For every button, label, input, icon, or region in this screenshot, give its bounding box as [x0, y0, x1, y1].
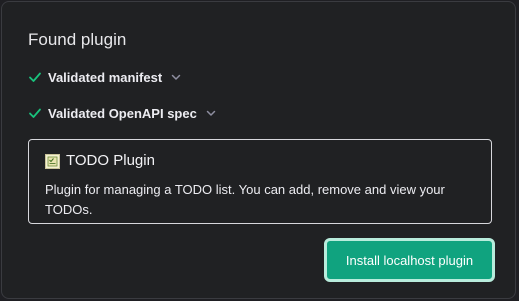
install-button-label: Install localhost plugin [345, 253, 474, 268]
plugin-header: TODO Plugin [45, 152, 155, 170]
chevron-down-icon[interactable] [170, 71, 182, 83]
todo-logo-icon [45, 153, 60, 169]
install-localhost-plugin-button[interactable]: Install localhost plugin [324, 238, 495, 282]
plugin-name: TODO Plugin [66, 152, 155, 169]
plugin-description: Plugin for managing a TODO list. You can… [45, 182, 445, 217]
chevron-down-icon[interactable] [205, 107, 217, 119]
check-icon [28, 70, 42, 84]
validated-manifest-label: Validated manifest [48, 69, 163, 85]
validated-manifest-row[interactable]: Validated manifest [28, 67, 182, 87]
validated-openapi-label: Validated OpenAPI spec [48, 105, 197, 121]
dialog-title: Found plugin [28, 30, 127, 49]
check-icon [28, 106, 42, 120]
found-plugin-dialog: Found plugin Validated manifest Validate… [1, 1, 516, 299]
plugin-card: TODO Plugin Plugin for managing a TODO l… [28, 139, 492, 224]
validated-openapi-row[interactable]: Validated OpenAPI spec [28, 103, 217, 123]
